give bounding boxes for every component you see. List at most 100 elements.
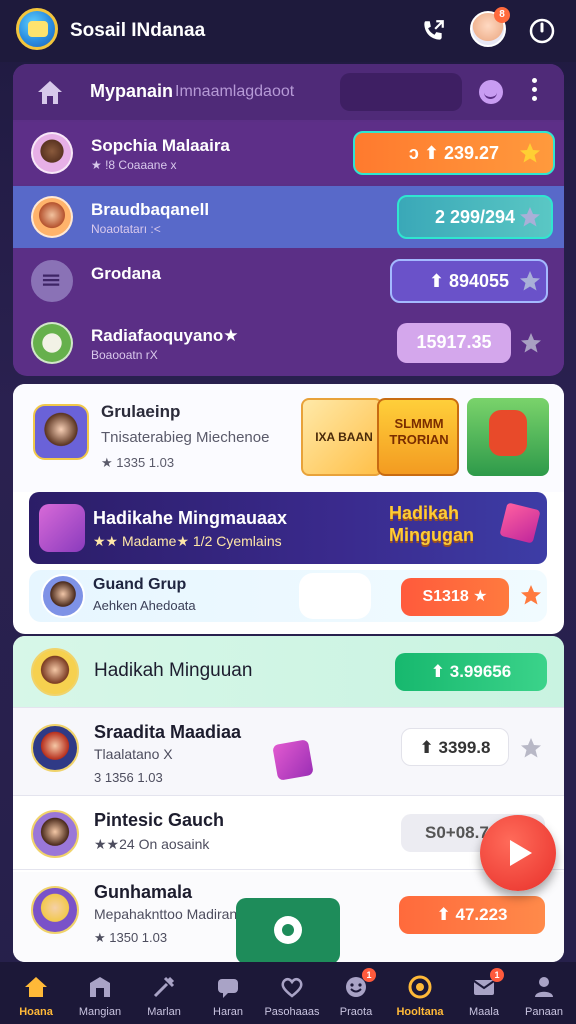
player-meta: ★ !8 Coaaane x (91, 158, 177, 172)
nav-item-maala[interactable]: 1 Maala (452, 962, 516, 1024)
avatar (31, 322, 73, 364)
leaderboard-row[interactable]: Sopchia Malaaira ★ !8 Coaaane x ↄ ⬆ 239.… (13, 122, 564, 184)
nav-badge: 1 (362, 968, 376, 982)
banner-meta: ★★ Madame★ 1/2 Cyemlains (93, 533, 282, 549)
top-bar: Sosail INdanaa 8 (0, 0, 576, 62)
nav-label: Hooltana (396, 1006, 444, 1018)
nav-item-praota[interactable]: 1 Praota (324, 962, 388, 1024)
group-title: Grulaeinp (101, 402, 181, 421)
thumbnail-label: IXA BAAN (315, 430, 373, 444)
leaderboard-panel: Mypanain Imnaamlagdaoot Sopchia Malaaira… (13, 64, 564, 376)
leaderboard-header: Mypanain Imnaamlagdaoot (13, 64, 564, 120)
star-icon[interactable] (518, 205, 542, 229)
nav-label: Maala (469, 1006, 499, 1018)
cube-icon (499, 502, 541, 544)
score-pill[interactable]: 15917.35 (397, 323, 511, 363)
nav-item-pasohaaas[interactable]: Pasohaaas (260, 962, 324, 1024)
avatar (31, 724, 79, 772)
list-item[interactable]: Hadikah Minguuan ⬆ 3.99656 (13, 636, 564, 708)
group-avatar (33, 404, 89, 460)
avatar (31, 196, 73, 238)
potion-icon (39, 504, 85, 552)
nav-label: Mangian (78, 1006, 122, 1018)
player-name: Sopchia Malaaira (91, 136, 230, 155)
promo-banner[interactable]: Hadikahe Mingmauaax ★★ Madame★ 1/2 Cyeml… (29, 492, 547, 564)
banner-title: Hadikahe Mingmauaax (93, 508, 288, 528)
item-name: Sraadita Maadiaa (94, 722, 242, 742)
smiley-icon[interactable] (479, 80, 503, 104)
profile-avatar[interactable]: 8 (470, 7, 510, 47)
home-icon[interactable] (35, 78, 65, 106)
tools-icon (153, 976, 175, 998)
item-name: Hadikah Minguuan (94, 660, 253, 681)
star-icon[interactable] (518, 141, 542, 165)
list-icon (31, 260, 73, 302)
search-input[interactable] (340, 73, 462, 111)
nav-item-mangian[interactable]: Mangian (68, 962, 132, 1024)
group-card[interactable]: Grulaeinp Tnisaterabieg Miechenoe ★ 1335… (13, 384, 564, 492)
nav-label: Hoana (19, 1006, 53, 1018)
nav-item-hooltana[interactable]: Hooltana (388, 962, 452, 1024)
nav-item-haran[interactable]: Haran (196, 962, 260, 1024)
nav-label: Panaan (525, 1006, 563, 1018)
center-action-button[interactable] (236, 898, 340, 964)
player-name: Grodana (91, 264, 161, 283)
score-pill[interactable]: ⬆ 3399.8 (401, 728, 509, 766)
game-thumbnail[interactable] (467, 398, 549, 476)
nav-label: Haran (213, 1006, 243, 1018)
star-icon[interactable] (519, 331, 543, 355)
nav-item-panaan[interactable]: Panaan (512, 962, 576, 1024)
chat-icon (218, 979, 238, 998)
user-icon (535, 977, 553, 997)
divider (13, 795, 564, 796)
shop-icon (90, 977, 110, 997)
avatar (31, 648, 79, 696)
score-pill[interactable]: ⬆ 47.223 (399, 896, 545, 934)
home-icon (25, 977, 47, 997)
more-options-icon[interactable] (529, 78, 539, 106)
avatar (31, 132, 73, 174)
leaderboard-row[interactable]: Radiafaoquyano★ Boaooatn rX 15917.35 (13, 312, 564, 374)
player-meta: Boaooatn rX (91, 348, 158, 362)
leaderboard-row[interactable]: Braudbaqanell Noaotatarı :< 2 299/294 (13, 186, 564, 248)
item-name: Gunhamala (94, 882, 193, 902)
divider (13, 869, 564, 870)
avatar (31, 810, 79, 858)
star-icon[interactable] (518, 269, 542, 293)
group-title: Guand Grup (93, 576, 187, 593)
blank-chip (299, 573, 371, 619)
star-icon[interactable] (519, 583, 543, 607)
app-logo[interactable] (16, 8, 58, 50)
hero-figure (489, 410, 527, 456)
nav-badge: 1 (490, 968, 504, 982)
item-count: 3 1356 1.03 (94, 770, 163, 785)
list-item[interactable]: Sraadita Maadiaa Tlaalatano X 3 1356 1.0… (13, 708, 564, 796)
item-meta: ★★24 On aosaink (94, 836, 210, 852)
nav-label: Marlan (147, 1006, 181, 1018)
heart-icon (281, 977, 303, 998)
groups-panel: Grulaeinp Tnisaterabieg Miechenoe ★ 1335… (13, 384, 564, 634)
score-pill[interactable]: S1318 ★ (401, 578, 509, 616)
play-button[interactable] (480, 815, 556, 891)
nav-item-home[interactable]: Hoana (4, 962, 68, 1024)
player-name: Braudbaqanell (91, 200, 210, 219)
group-subtitle: Aehken Ahedoata (93, 598, 196, 613)
star-icon[interactable] (519, 736, 543, 760)
game-thumbnail[interactable]: IXA BAAN (301, 398, 383, 476)
leaderboard-row[interactable]: Grodana ⬆ 894055 (13, 250, 564, 312)
game-thumbnail[interactable]: SLMMM TRORIAN (377, 398, 459, 476)
avatar (31, 886, 79, 934)
item-meta: Mepahaknttoo Madiran (94, 906, 238, 922)
app-title: Sosail INdanaa (70, 20, 206, 41)
player-name: Radiafaoquyano★ (91, 326, 239, 345)
group-join-row[interactable]: Guand Grup Aehken Ahedoata S1318 ★ (29, 570, 547, 622)
group-count: ★ 1335 1.03 (101, 455, 175, 470)
nav-item-marlan[interactable]: Marlan (132, 962, 196, 1024)
score-pill[interactable]: ⬆ 3.99656 (395, 653, 547, 691)
phone-icon[interactable] (420, 18, 446, 44)
leaderboard-title: Mypanain (90, 81, 174, 101)
item-meta: Tlaalatano X (94, 746, 173, 762)
power-icon[interactable] (528, 17, 556, 45)
profile-badge: 8 (494, 7, 510, 23)
target-icon (408, 975, 432, 999)
